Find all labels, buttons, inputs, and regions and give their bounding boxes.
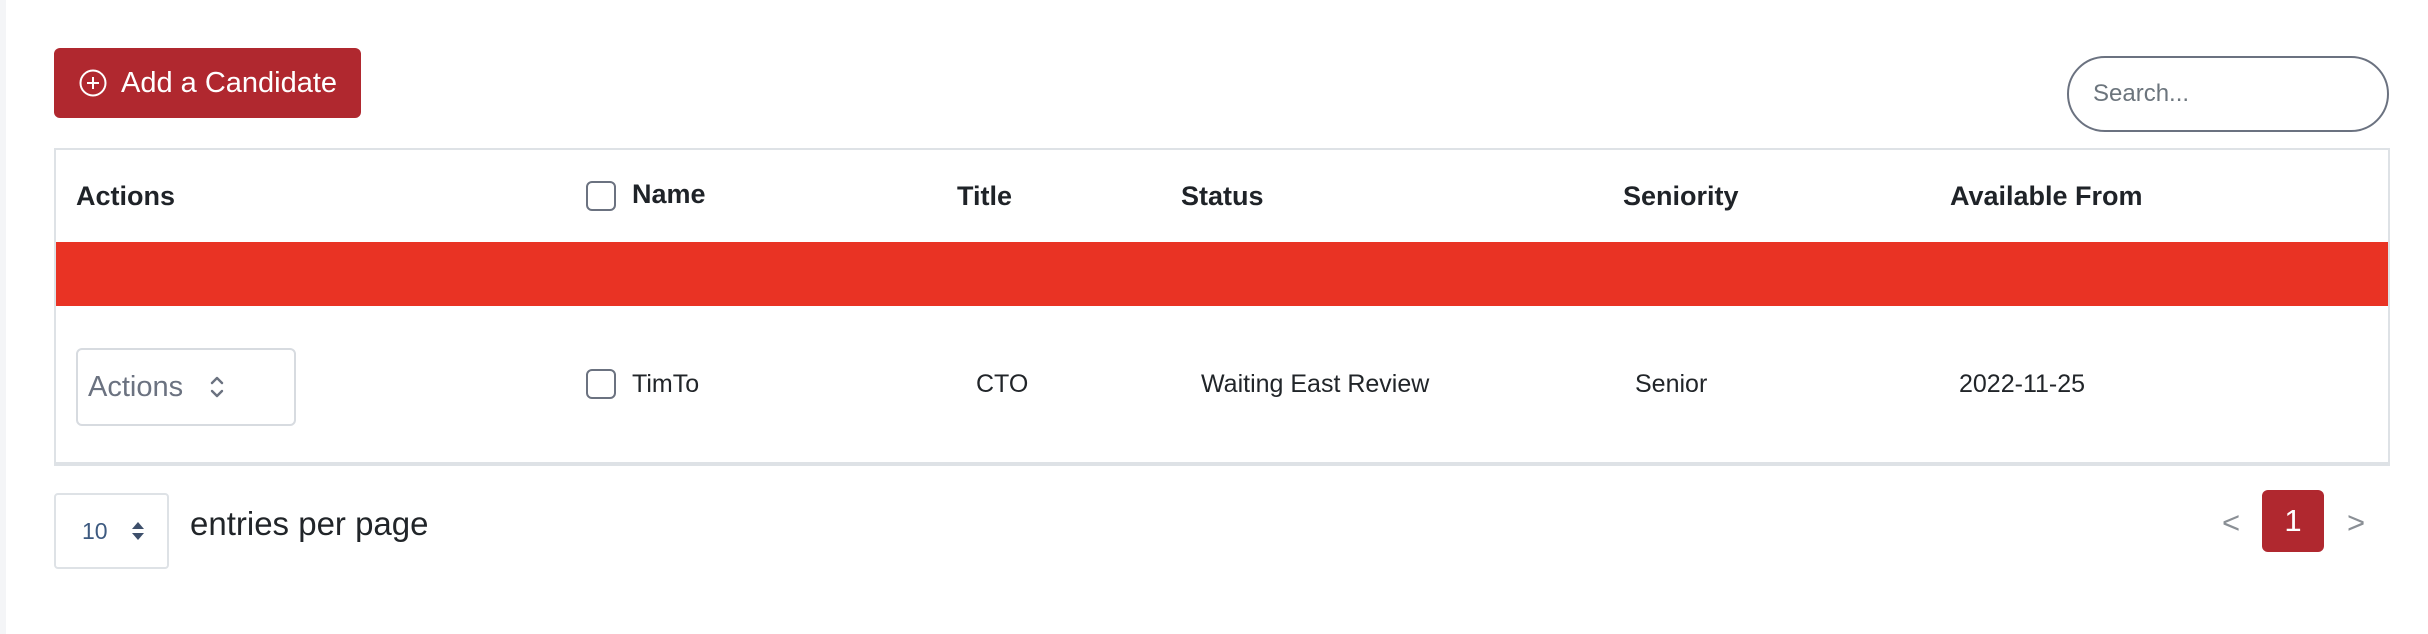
per-page-value: 10 [82,517,108,544]
table-row: Actions TimTo CTO Waiting East Review Se… [56,306,2388,462]
sort-icon [130,519,146,543]
available-from-cell: 2022-11-25 [1959,369,2086,398]
column-header-name: Name [586,150,706,242]
pagination-next-button[interactable]: > [2347,505,2365,541]
status-cell: Waiting East Review [1201,369,1430,398]
column-header-actions: Actions [76,180,176,211]
entries-per-page-select[interactable]: 10 [54,493,169,569]
row-actions-select[interactable]: Actions [76,348,296,426]
column-header-status: Status [1181,180,1264,211]
plus-circle-icon [79,69,107,97]
search-input[interactable] [2067,56,2389,132]
add-candidate-label: Add a Candidate [121,66,338,99]
column-header-name-label: Name [632,178,706,209]
column-header-available-from: Available From [1950,180,2143,211]
entries-per-page-label: entries per page [190,505,429,542]
left-edge-divider [0,0,6,634]
pagination-page-1[interactable]: 1 [2262,490,2324,552]
select-all-checkbox[interactable] [586,181,616,211]
candidates-table: Actions Name Title Status Seniority Avai… [54,148,2390,466]
title-cell: CTO [976,369,1029,398]
pagination-prev-button[interactable]: < [2222,505,2240,541]
chevrons-up-down-icon [209,374,225,400]
row-select-checkbox[interactable] [586,369,616,399]
seniority-cell: Senior [1635,369,1708,398]
column-header-title: Title [957,180,1013,211]
candidates-page: Add a Candidate Actions Name Title Statu… [0,0,2428,634]
column-header-seniority: Seniority [1623,180,1739,211]
name-cell: TimTo [586,306,699,462]
table-header: Actions Name Title Status Seniority Avai… [56,150,2388,242]
row-actions-label: Actions [88,370,184,403]
add-candidate-button[interactable]: Add a Candidate [54,48,361,118]
highlight-band [56,242,2388,306]
candidate-name: TimTo [632,369,700,398]
